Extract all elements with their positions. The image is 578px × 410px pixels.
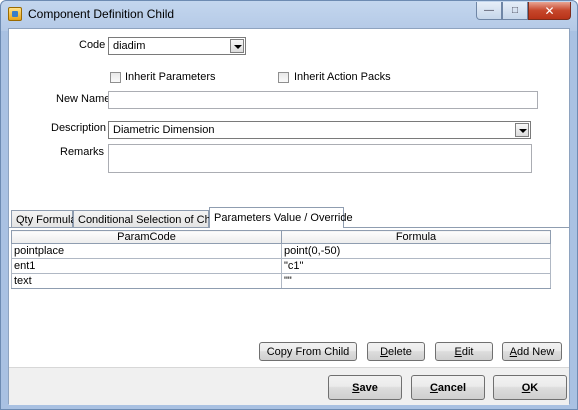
edit-accesskey: E: [454, 345, 462, 358]
table-row[interactable]: text "": [11, 273, 551, 289]
ok-accesskey: O: [521, 381, 531, 394]
code-dropdown[interactable]: diadim: [108, 37, 246, 55]
add-new-button[interactable]: Add New: [502, 342, 562, 361]
remarks-label: Remarks: [60, 146, 105, 158]
copy-from-child-label: Copy From Child: [266, 345, 350, 358]
ok-button[interactable]: OK: [493, 375, 567, 400]
window-title: Component Definition Child: [28, 7, 175, 21]
table-cell[interactable]: text: [11, 273, 282, 289]
description-dropdown[interactable]: Diametric Dimension: [108, 121, 531, 139]
column-header-paramcode[interactable]: ParamCode: [11, 230, 282, 244]
tab-strip: Qty Formula Conditional Selection of Chi…: [9, 206, 569, 228]
close-icon: ✕: [544, 3, 555, 18]
delete-label-rest: elete: [388, 345, 412, 358]
save-label-rest: ave: [359, 381, 378, 394]
cancel-button[interactable]: Cancel: [411, 375, 485, 400]
grid-header-row: ParamCode Formula: [11, 230, 551, 244]
tab-parameters-value-override-label: Parameters Value / Override: [214, 212, 353, 224]
title-bar[interactable]: Component Definition Child — □ ✕: [1, 1, 577, 27]
add-new-accesskey: A: [509, 345, 518, 358]
inherit-action-packs-label: Inherit Action Packs: [294, 71, 391, 83]
edit-button[interactable]: Edit: [435, 342, 493, 361]
code-label: Code: [79, 39, 106, 51]
inherit-action-packs-checkbox[interactable]: [278, 72, 289, 83]
new-name-label: New Name: [56, 93, 111, 105]
app-icon: [8, 7, 22, 21]
table-cell[interactable]: pointplace: [11, 243, 282, 259]
new-name-input[interactable]: [108, 91, 538, 109]
maximize-button[interactable]: □: [502, 2, 528, 20]
tab-qty-formula-label: Qty Formula: [16, 214, 77, 226]
column-header-formula[interactable]: Formula: [281, 230, 551, 244]
parameters-grid: ParamCode Formula pointplace point(0,-50…: [11, 230, 551, 289]
dialog-client-area: Code diadim Inherit Parameters Inherit A…: [8, 28, 570, 405]
remarks-textarea[interactable]: [108, 144, 532, 173]
save-button[interactable]: Save: [328, 375, 402, 400]
inherit-parameters-label: Inherit Parameters: [125, 71, 216, 83]
table-cell[interactable]: "": [281, 273, 551, 289]
minimize-icon: —: [484, 5, 494, 16]
inherit-parameters-checkbox[interactable]: [110, 72, 121, 83]
description-value: Diametric Dimension: [113, 124, 215, 136]
ok-label-rest: K: [530, 381, 539, 394]
tab-conditional-selection-label: Conditional Selection of Child: [78, 214, 222, 226]
minimize-button[interactable]: —: [476, 2, 502, 20]
cancel-label-rest: ancel: [437, 381, 467, 394]
table-cell[interactable]: ent1: [11, 258, 282, 274]
dialog-button-bar: Save Cancel OK: [9, 367, 569, 405]
description-label: Description: [51, 122, 107, 134]
tab-panel: ParamCode Formula pointplace point(0,-50…: [9, 227, 569, 367]
caption-buttons: — □ ✕: [476, 2, 571, 21]
code-value: diadim: [113, 40, 146, 52]
table-row[interactable]: pointplace point(0,-50): [11, 243, 551, 259]
dialog-window: Component Definition Child — □ ✕ Code di…: [0, 0, 578, 410]
description-dropdown-arrow-icon[interactable]: [515, 123, 529, 137]
table-cell[interactable]: "c1": [281, 258, 551, 274]
table-row[interactable]: ent1 "c1": [11, 258, 551, 274]
tab-qty-formula[interactable]: Qty Formula: [11, 210, 77, 228]
cancel-accesskey: C: [429, 381, 438, 394]
close-button[interactable]: ✕: [528, 2, 571, 20]
delete-button[interactable]: Delete: [367, 342, 425, 361]
tab-conditional-selection[interactable]: Conditional Selection of Child: [73, 210, 222, 228]
delete-accesskey: D: [380, 345, 389, 358]
edit-label-rest: dit: [461, 345, 474, 358]
maximize-icon: □: [511, 5, 519, 16]
copy-from-child-button[interactable]: Copy From Child: [259, 342, 357, 361]
code-dropdown-arrow-icon[interactable]: [230, 39, 244, 53]
tab-parameters-value-override[interactable]: Parameters Value / Override: [209, 207, 353, 228]
add-new-label-rest: dd New: [517, 345, 555, 358]
table-cell[interactable]: point(0,-50): [281, 243, 551, 259]
